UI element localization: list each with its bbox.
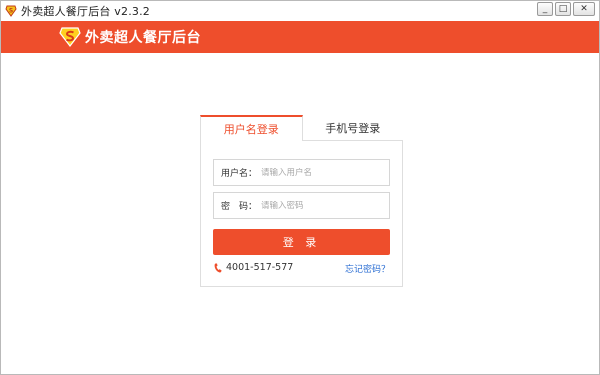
password-field[interactable]: 密 码：: [213, 192, 390, 219]
svg-text:S: S: [9, 8, 13, 15]
username-label: 用户名：: [221, 169, 258, 179]
username-input[interactable]: [261, 167, 380, 178]
password-label: 密 码：: [221, 202, 258, 212]
window-controls: _ □ ✕: [537, 2, 595, 16]
login-button[interactable]: 登 录: [213, 229, 390, 255]
password-input[interactable]: [261, 200, 380, 211]
forgot-password-link[interactable]: 忘记密码？: [345, 262, 390, 275]
support-phone: 4001-517-577: [214, 262, 293, 273]
close-button[interactable]: ✕: [573, 2, 595, 16]
superman-s-logo-icon: [59, 26, 81, 48]
window-title: 外卖超人餐厅后台 v2.3.2: [21, 5, 150, 18]
login-tabs: 用户名登录 手机号登录: [200, 115, 403, 141]
app-window: S 外卖超人餐厅后台 v2.3.2 _ □ ✕ 外卖超人餐厅后台 用户名登录 手…: [0, 0, 600, 375]
brand-title: 外卖超人餐厅后台: [85, 30, 201, 46]
tab-phone-login[interactable]: 手机号登录: [302, 115, 403, 141]
app-logo-icon: S: [5, 5, 17, 17]
phone-number: 4001-517-577: [226, 262, 294, 273]
phone-icon: [214, 263, 222, 273]
header-band: 外卖超人餐厅后台: [1, 21, 599, 53]
minimize-button[interactable]: _: [537, 2, 553, 16]
title-bar[interactable]: S 外卖超人餐厅后台 v2.3.2 _ □ ✕: [1, 1, 599, 21]
maximize-button[interactable]: □: [555, 2, 571, 16]
username-field[interactable]: 用户名：: [213, 159, 390, 186]
tab-username-login[interactable]: 用户名登录: [200, 115, 303, 141]
